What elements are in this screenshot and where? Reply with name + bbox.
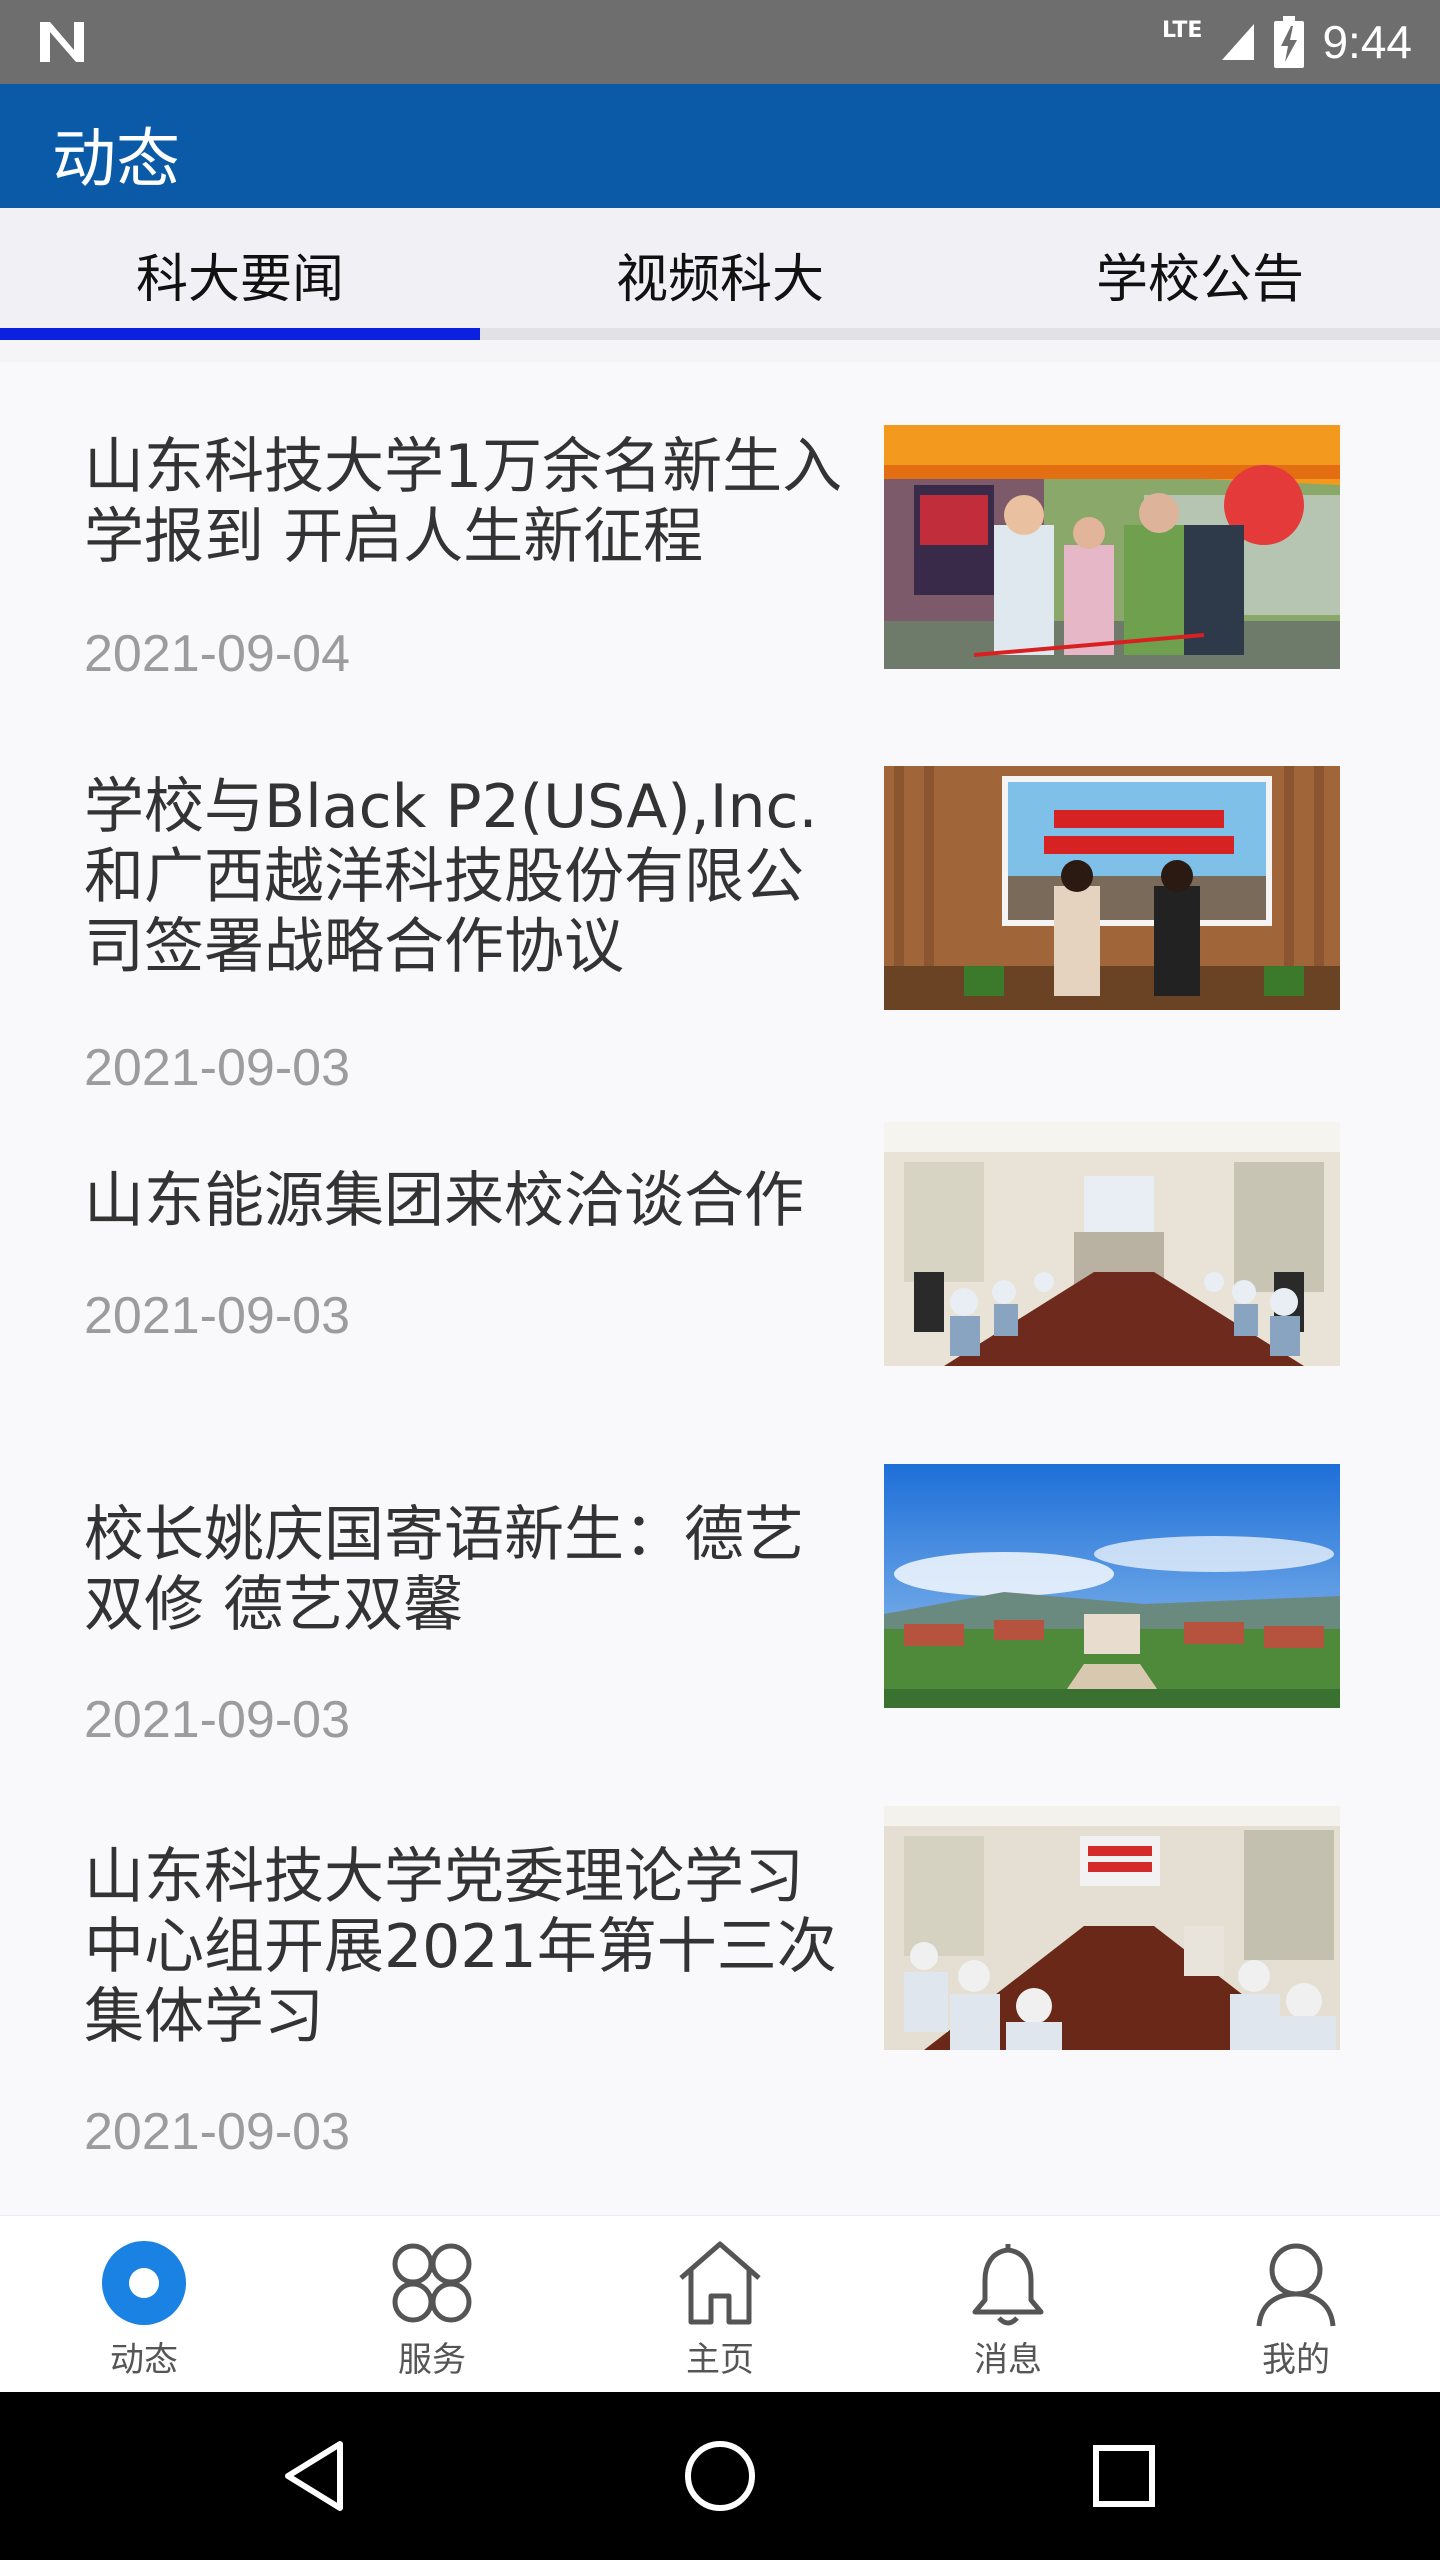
news-thumbnail xyxy=(884,1122,1340,1366)
back-icon[interactable] xyxy=(276,2436,356,2516)
nav-label: 我的 xyxy=(1262,2340,1330,2380)
bell-icon xyxy=(972,2244,1044,2326)
news-thumbnail xyxy=(884,1806,1340,2050)
nav-item-home[interactable]: 主页 xyxy=(576,2216,864,2393)
tab-label: 视频科大 xyxy=(615,249,824,310)
user-icon xyxy=(1256,2243,1336,2327)
news-dot-icon xyxy=(102,2241,186,2325)
home-circle-icon[interactable] xyxy=(680,2436,760,2516)
news-title: 山东科技大学党委理论学习中心组开展2021年第十三次集体学习 xyxy=(84,1842,837,2052)
bottom-navigation: 动态 服务 主页 消息 我的 xyxy=(0,2215,1440,2393)
tab-label: 科大要闻 xyxy=(135,249,344,310)
news-date: 2021-09-03 xyxy=(84,2103,350,2161)
nav-label: 消息 xyxy=(974,2340,1042,2380)
news-title: 山东科技大学1万余名新生入学报到 开启人生新征程 xyxy=(84,432,843,572)
home-icon xyxy=(679,2241,761,2325)
news-thumbnail xyxy=(884,425,1340,669)
notification-n-icon xyxy=(40,22,84,62)
news-item[interactable]: 校长姚庆国寄语新生：德艺双修 德艺双馨 2021-09-03 xyxy=(0,1464,1440,1806)
app-bar: 动态 xyxy=(0,84,1440,208)
news-title: 校长姚庆国寄语新生：德艺双修 德艺双馨 xyxy=(84,1500,804,1640)
nav-item-messages[interactable]: 消息 xyxy=(864,2216,1152,2393)
nav-item-profile[interactable]: 我的 xyxy=(1152,2216,1440,2393)
news-title: 山东能源集团来校洽谈合作 xyxy=(84,1166,804,1236)
tab-keda-news[interactable]: 科大要闻 xyxy=(0,208,480,340)
news-thumbnail xyxy=(884,1464,1340,1708)
news-date: 2021-09-03 xyxy=(84,1287,350,1345)
nav-label: 主页 xyxy=(686,2340,754,2380)
tab-indicator xyxy=(0,328,480,340)
news-title: 学校与Black P2(USA),Inc.和广西越洋科技股份有限公司签署战略合作… xyxy=(84,772,818,982)
news-thumbnail xyxy=(884,766,1340,1010)
nav-item-services[interactable]: 服务 xyxy=(288,2216,576,2393)
news-item[interactable]: 山东能源集团来校洽谈合作 2021-09-03 xyxy=(0,1122,1440,1464)
system-navigation-bar xyxy=(0,2392,1440,2560)
status-time: 9:44 xyxy=(1322,16,1412,68)
news-date: 2021-09-03 xyxy=(84,1039,350,1097)
tab-divider xyxy=(0,340,1440,362)
tab-label: 学校公告 xyxy=(1095,249,1304,310)
news-item[interactable]: 山东科技大学1万余名新生入学报到 开启人生新征程 2021-09-04 xyxy=(0,362,1440,706)
page-title: 动态 xyxy=(52,123,180,197)
news-item[interactable]: 学校与Black P2(USA),Inc.和广西越洋科技股份有限公司签署战略合作… xyxy=(0,706,1440,1122)
news-date: 2021-09-03 xyxy=(84,1691,350,1749)
news-list[interactable]: 山东科技大学1万余名新生入学报到 开启人生新征程 2021-09-04 学校与B… xyxy=(0,362,1440,2215)
status-bar: LTE 9:44 xyxy=(0,0,1440,84)
nav-item-dynamics[interactable]: 动态 xyxy=(0,2216,288,2393)
grid-icon xyxy=(392,2243,472,2323)
recents-icon[interactable] xyxy=(1084,2436,1164,2516)
nav-label: 动态 xyxy=(110,2340,178,2380)
news-date: 2021-09-04 xyxy=(84,625,350,683)
nav-label: 服务 xyxy=(398,2340,466,2380)
tab-announcements[interactable]: 学校公告 xyxy=(960,208,1440,340)
battery-charging-icon xyxy=(1274,16,1305,68)
tab-bar: 科大要闻 视频科大 学校公告 xyxy=(0,208,1440,340)
tab-video[interactable]: 视频科大 xyxy=(480,208,960,340)
signal-icon xyxy=(1222,24,1255,60)
network-type: LTE xyxy=(1162,17,1203,43)
news-item[interactable]: 山东科技大学党委理论学习中心组开展2021年第十三次集体学习 2021-09-0… xyxy=(0,1806,1440,2215)
